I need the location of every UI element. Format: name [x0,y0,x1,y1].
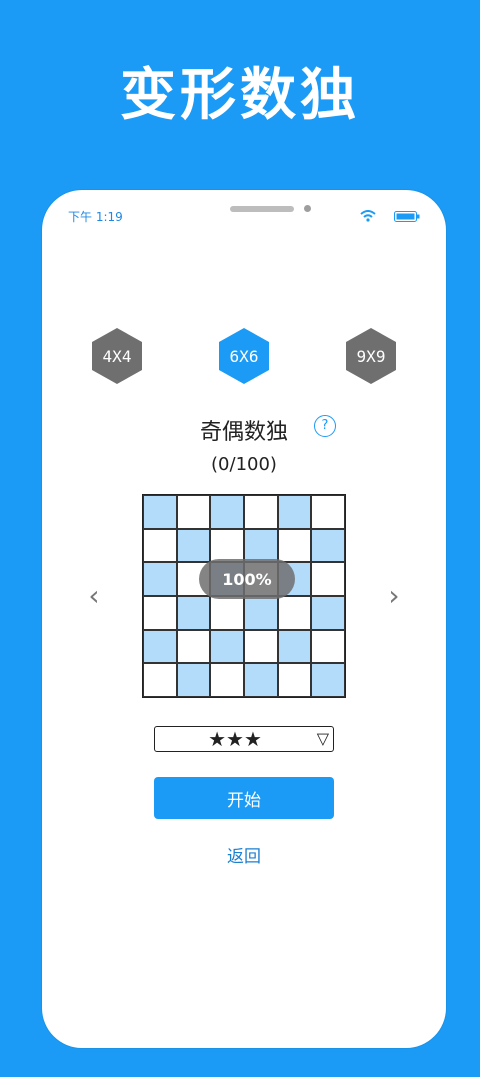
back-link[interactable]: 返回 [42,842,446,867]
completion-badge: 100% [199,559,295,599]
promo-title: 变形数独 [120,63,360,128]
grid-cell [210,495,244,529]
grid-cell [143,528,177,563]
grid-cell [244,495,278,529]
start-button[interactable]: 开始 [154,777,334,819]
grid-cell [277,495,312,529]
prev-puzzle-arrow-icon[interactable]: ‹ [86,582,102,610]
tab-4x4[interactable]: 4X4 [92,328,142,384]
speaker [230,206,294,212]
grid-cell [143,663,177,697]
help-icon[interactable]: ? [314,415,336,437]
grid-cell [143,495,177,529]
grid-cell [311,596,345,630]
grid-cell [277,629,312,664]
grid-cell [176,495,211,529]
grid-cell [277,528,312,563]
grid-cell [210,528,244,563]
grid-cell [277,663,312,697]
grid-cell [176,528,211,563]
battery-icon [394,211,420,222]
grid-cell [143,596,177,630]
grid-cell [210,663,244,697]
grid-cell [143,629,177,664]
grid-cell [311,562,345,596]
phone-frame: 下午 1:19 4X4 6X6 9X9 奇偶数独 ? (0/100) 100% … [42,190,446,1048]
grid-cell [176,629,211,664]
status-bar: 下午 1:19 [68,205,420,226]
puzzle-title: 奇偶数独 [199,420,288,445]
tab-6x6[interactable]: 6X6 [219,328,269,384]
grid-cell [311,528,345,563]
grid-cell [210,629,244,664]
grid-cell [176,596,211,630]
grid-cell [277,596,312,630]
grid-cell [244,528,278,563]
grid-cell [311,495,345,529]
size-tabs: 4X4 6X6 9X9 [42,328,446,384]
status-time: 下午 1:19 [68,210,123,224]
wifi-icon [360,210,376,222]
grid-cell [311,629,345,664]
next-puzzle-arrow-icon[interactable]: › [386,582,402,610]
tab-9x9[interactable]: 9X9 [346,328,396,384]
grid-cell [176,663,211,697]
dropdown-triangle-icon: ▽ [316,729,329,748]
grid-cell [311,663,345,697]
difficulty-stars: ★★★ [208,727,262,751]
progress-count: (0/100) [211,454,277,475]
grid-cell [244,663,278,697]
grid-cell [210,596,244,630]
grid-cell [143,562,177,596]
grid-cell [244,596,278,630]
grid-cell [244,629,278,664]
camera [304,205,311,212]
difficulty-select[interactable]: ★★★ ▽ [154,726,334,752]
